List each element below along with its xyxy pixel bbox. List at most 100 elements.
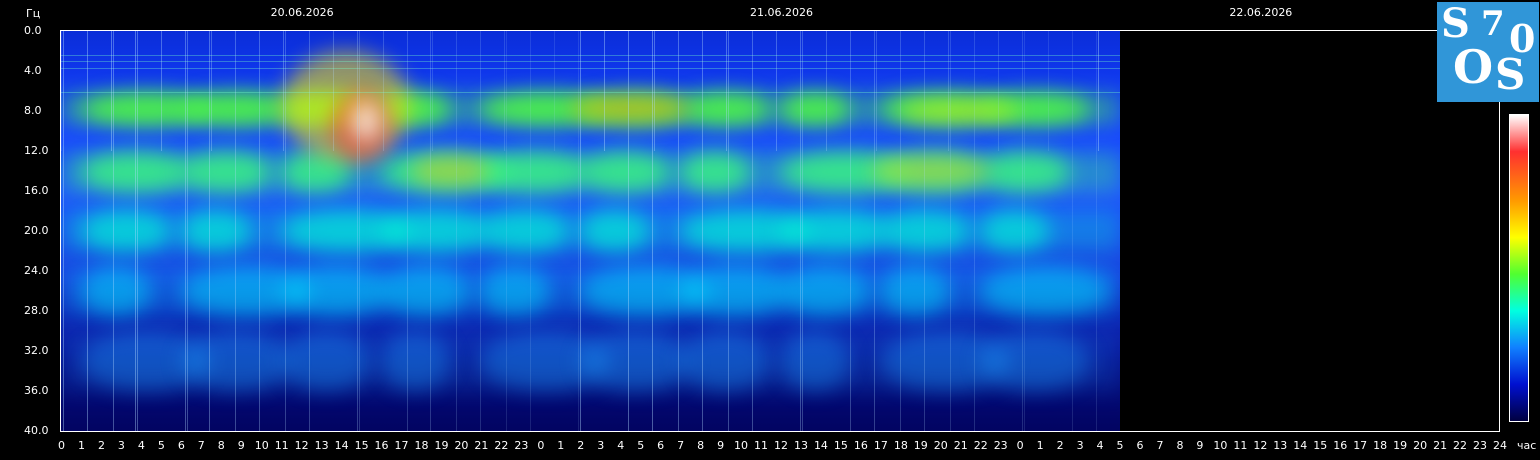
x-tick-label: 12 bbox=[294, 439, 309, 452]
logo-letter: 7 bbox=[1481, 4, 1505, 44]
resonance-patch bbox=[979, 266, 1110, 316]
noise-spike bbox=[62, 31, 64, 431]
interference-line bbox=[61, 61, 1120, 62]
noise-spike bbox=[208, 31, 210, 431]
spectrogram-image bbox=[61, 31, 1120, 431]
y-tick-label: 36.0 bbox=[24, 384, 49, 397]
colorbar-legend bbox=[1509, 114, 1529, 422]
noise-spike bbox=[873, 31, 875, 431]
noise-spike bbox=[1047, 31, 1049, 151]
resonance-patch bbox=[80, 152, 191, 192]
x-tick-label: 24 bbox=[1493, 439, 1507, 452]
x-tick-label: 8 bbox=[217, 439, 225, 452]
resonance-patch bbox=[180, 210, 251, 252]
logo-letter: O bbox=[1453, 40, 1494, 94]
x-tick-label: 21 bbox=[474, 439, 489, 452]
x-tick-label: 20 bbox=[454, 439, 469, 452]
noise-spike bbox=[949, 31, 951, 431]
resonance-patch bbox=[979, 152, 1070, 192]
y-tick-label: 4.0 bbox=[24, 64, 42, 77]
x-tick-label: 22 bbox=[973, 439, 988, 452]
noise-spike bbox=[654, 31, 656, 151]
x-tick-label: 7 bbox=[197, 439, 205, 452]
x-tick-label: 15 bbox=[354, 439, 369, 452]
noise-spike bbox=[406, 31, 408, 431]
x-tick-label: 22 bbox=[1453, 439, 1468, 452]
noise-spike bbox=[506, 31, 508, 431]
x-tick-label: 9 bbox=[237, 439, 245, 452]
noise-spike bbox=[554, 31, 556, 151]
resonance-patch bbox=[879, 266, 950, 316]
activity-patch bbox=[899, 101, 1020, 121]
noise-spike bbox=[160, 31, 162, 151]
x-tick-label: 2 bbox=[577, 439, 585, 452]
noise-spike bbox=[652, 31, 654, 431]
x-tick-label: 21 bbox=[953, 439, 968, 452]
x-tick-label: 11 bbox=[1233, 439, 1248, 452]
x-tick-label: 4 bbox=[137, 439, 145, 452]
noise-spike bbox=[825, 31, 827, 151]
noise-spike bbox=[728, 31, 730, 431]
x-tick-label: 1 bbox=[1036, 439, 1044, 452]
resonance-patch bbox=[680, 93, 770, 125]
y-tick-label: 40.0 bbox=[24, 424, 49, 437]
noise-spike bbox=[604, 31, 606, 151]
resonance-patch bbox=[780, 266, 870, 316]
noise-spike bbox=[134, 31, 136, 431]
x-tick-label: 15 bbox=[1313, 439, 1328, 452]
x-tick-label: 17 bbox=[1353, 439, 1368, 452]
noise-spike bbox=[308, 31, 310, 431]
noise-spike bbox=[184, 31, 186, 431]
x-tick-label: 13 bbox=[793, 439, 808, 452]
noise-spike bbox=[752, 31, 754, 431]
x-tick-label: 15 bbox=[833, 439, 848, 452]
x-tick-label: 2 bbox=[97, 439, 105, 452]
x-tick-label: 5 bbox=[637, 439, 645, 452]
x-tick-label: 16 bbox=[374, 439, 389, 452]
noise-spike bbox=[110, 31, 112, 151]
resonance-patch bbox=[780, 93, 850, 125]
x-tick-label: 18 bbox=[414, 439, 429, 452]
x-tick-label: 21 bbox=[1433, 439, 1448, 452]
x-tick-label: 10 bbox=[734, 439, 749, 452]
noise-spike bbox=[358, 31, 360, 431]
noise-spike bbox=[799, 31, 801, 431]
x-tick-label: 16 bbox=[853, 439, 868, 452]
noise-spike bbox=[875, 31, 877, 151]
noise-spike bbox=[678, 31, 680, 431]
resonance-patch bbox=[680, 266, 790, 316]
resonance-patch bbox=[580, 210, 651, 252]
noise-spike bbox=[899, 31, 901, 431]
x-tick-label: 13 bbox=[1273, 439, 1288, 452]
x-tick-label: 2 bbox=[1056, 439, 1064, 452]
x-tick-label: 5 bbox=[157, 439, 165, 452]
y-tick-label: 0.0 bbox=[24, 24, 42, 37]
noise-spike bbox=[1097, 31, 1099, 151]
resonance-patch bbox=[180, 331, 291, 391]
x-tick-label: 13 bbox=[314, 439, 329, 452]
x-tick-label: 3 bbox=[597, 439, 605, 452]
noise-spike bbox=[86, 31, 88, 431]
x-tick-label: 8 bbox=[1176, 439, 1184, 452]
activity-patch bbox=[410, 156, 491, 186]
activity-patch bbox=[350, 101, 381, 141]
y-tick-label: 24.0 bbox=[24, 264, 49, 277]
x-tick-label: 19 bbox=[913, 439, 928, 452]
x-tick-label: 14 bbox=[334, 439, 349, 452]
x-tick-label: 9 bbox=[717, 439, 725, 452]
activity-patch bbox=[869, 156, 990, 186]
noise-spike bbox=[580, 31, 582, 431]
noise-spike bbox=[628, 31, 630, 431]
x-tick-label: 10 bbox=[1213, 439, 1228, 452]
x-tick-label: 11 bbox=[274, 439, 289, 452]
x-tick-label: 7 bbox=[1156, 439, 1164, 452]
x-tick-label: 20 bbox=[1413, 439, 1428, 452]
resonance-patch bbox=[680, 152, 751, 192]
noise-spike bbox=[973, 31, 975, 431]
date-label: 20.06.2026 bbox=[270, 6, 334, 19]
x-tick-label: 6 bbox=[657, 439, 665, 452]
y-tick-label: 32.0 bbox=[24, 344, 49, 357]
noise-spike bbox=[332, 31, 334, 151]
x-tick-label: 14 bbox=[1293, 439, 1308, 452]
noise-spike bbox=[382, 31, 384, 151]
